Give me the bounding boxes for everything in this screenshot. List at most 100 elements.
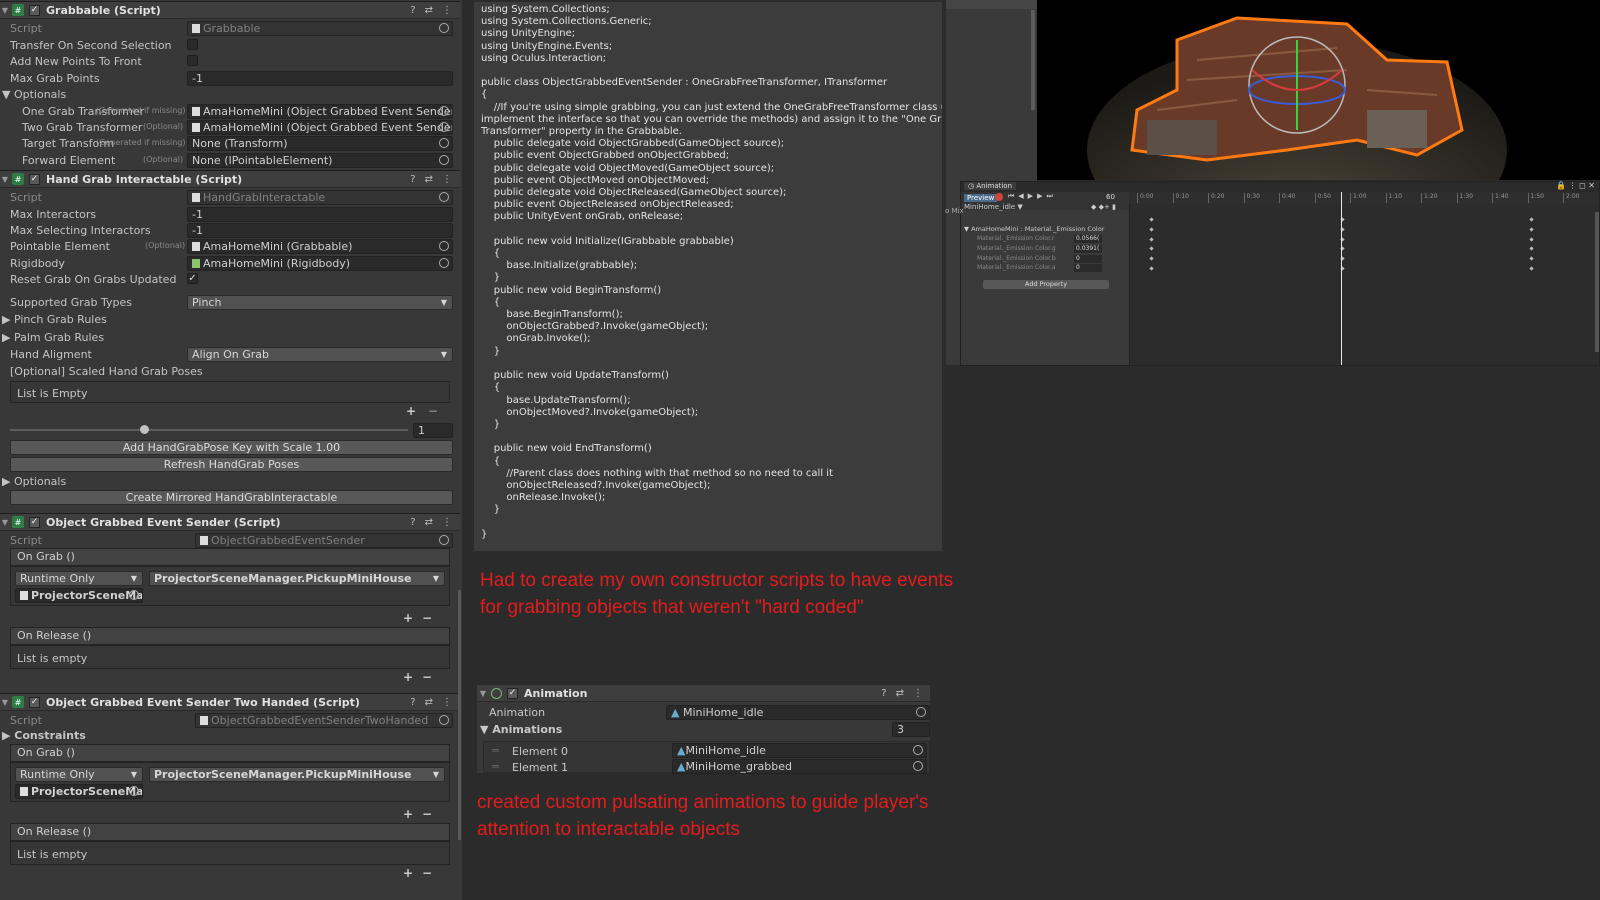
fold-arrow-icon[interactable]: ▼ [477, 689, 489, 698]
optionals-foldout[interactable]: ▶ Optionals [2, 475, 66, 488]
menu-icon[interactable]: ⋮ [442, 697, 452, 708]
keyframe-icon[interactable] [1529, 266, 1534, 271]
palm-rules-foldout[interactable]: ▶ Palm Grab Rules [2, 331, 104, 344]
two-grab-field[interactable]: AmaHomeMini (Object Grabbed Event Sender… [187, 120, 453, 135]
fold-arrow-icon[interactable]: ▼ [0, 6, 10, 15]
anim-scrollbar[interactable] [1595, 212, 1599, 352]
drag-handle-icon[interactable]: ═ [492, 744, 499, 757]
target-object-field[interactable]: ProjectorSceneManac [15, 588, 143, 603]
keyframe-icon[interactable] [1529, 236, 1534, 242]
animation-header[interactable]: ▼ ✓ Animation ? ⇄ ⋮ [477, 685, 930, 702]
fold-arrow-icon[interactable]: ▼ [0, 518, 10, 527]
record-icon[interactable] [995, 193, 1003, 201]
help-icon[interactable]: ? [410, 5, 415, 16]
enable-checkbox[interactable]: ✓ [507, 687, 518, 699]
preset-icon[interactable]: ⇄ [425, 5, 433, 16]
property-value[interactable]: 0 [1074, 264, 1102, 273]
add-property-button[interactable]: Add Property [983, 280, 1109, 289]
constraints-foldout[interactable]: ▶ Constraints [2, 729, 86, 742]
plus-icon[interactable]: + [403, 807, 413, 821]
method-dropdown[interactable]: ProjectorSceneManager.PickupMiniHouse ▼ [149, 571, 445, 586]
property-value[interactable]: 0 [1074, 254, 1102, 263]
preset-icon[interactable]: ⇄ [425, 517, 433, 528]
animation-field[interactable]: ▲ MiniHome_idle [666, 705, 930, 720]
scale-input[interactable]: 1 [413, 423, 453, 438]
scene-view[interactable] [1037, 0, 1600, 180]
property-value[interactable]: 0.0391( [1074, 244, 1102, 253]
enable-checkbox[interactable]: ✓ [29, 4, 40, 16]
menu-icon[interactable]: ⋮ [442, 517, 452, 528]
help-icon[interactable]: ? [410, 517, 415, 528]
optionals-foldout[interactable]: ▼ Optionals [2, 88, 66, 101]
plus-icon[interactable]: + [403, 670, 413, 684]
element-0-field[interactable]: ▲MiniHome_idle [672, 743, 927, 758]
minus-icon[interactable]: − [422, 866, 432, 880]
hand-align-dropdown[interactable]: Align On Grab ▼ [187, 347, 453, 362]
enable-checkbox[interactable]: ✓ [29, 696, 40, 708]
sender-two-header[interactable]: ▼ # ✓ Object Grabbed Event Sender Two Ha… [0, 693, 460, 711]
runtime-dropdown[interactable]: Runtime Only ▼ [15, 571, 143, 586]
preset-icon[interactable]: ⇄ [896, 688, 904, 699]
maxgrab-input[interactable]: -1 [187, 71, 453, 86]
plus-icon[interactable]: + [403, 866, 413, 880]
pinch-rules-foldout[interactable]: ▶ Pinch Grab Rules [2, 313, 107, 326]
add-pose-button[interactable]: Add HandGrabPose Key with Scale 1.00 [10, 440, 453, 455]
animation-tab[interactable]: ◷ Animation [964, 182, 1017, 190]
transfer-checkbox[interactable] [187, 39, 198, 50]
method-dropdown[interactable]: ProjectorSceneManager.PickupMiniHouse ▼ [149, 767, 445, 782]
pointable-element-field[interactable]: AmaHomeMini (Grabbable) [187, 239, 453, 254]
reset-grab-checkbox[interactable]: ✓ [187, 273, 198, 284]
keyframe-icon[interactable] [1529, 246, 1534, 252]
target-object-field[interactable]: ProjectorSceneManac [15, 784, 143, 799]
menu-icon[interactable]: ⋮ [913, 688, 923, 699]
key-tools-icon[interactable]: ◆ ◆+ ▮ [1091, 203, 1116, 211]
dopesheet[interactable] [1129, 192, 1599, 365]
keyframe-icon[interactable] [1149, 266, 1154, 271]
playback-controls-icon[interactable]: ⏮◀▶▶⏭ [1008, 192, 1057, 201]
create-mirrored-button[interactable]: Create Mirrored HandGrabInteractable [10, 490, 453, 505]
element-1-field[interactable]: ▲MiniHome_grabbed [672, 759, 927, 774]
max-interactors-input[interactable]: -1 [187, 207, 453, 222]
keyframe-icon[interactable] [1149, 236, 1154, 242]
minus-icon[interactable]: − [422, 611, 432, 625]
minus-icon[interactable]: − [428, 404, 438, 418]
minus-icon[interactable]: − [422, 807, 432, 821]
max-selecting-input[interactable]: -1 [187, 223, 453, 238]
sender-header[interactable]: ▼ # ✓ Object Grabbed Event Sender (Scrip… [0, 513, 460, 531]
grabbable-header[interactable]: ▼ # ✓ Grabbable (Script) ? ⇄ ⋮ [0, 1, 460, 19]
enable-checkbox[interactable]: ✓ [29, 516, 40, 528]
timeline-ruler[interactable]: 0:00 0:10 0:20 0:30 0:40 0:50 1:00 1:10 1:20 1:30… [1129, 192, 1599, 204]
hand-grab-header[interactable]: ▼ # ✓ Hand Grab Interactable (Script) ? ⇄… [0, 170, 460, 188]
enable-checkbox[interactable]: ✓ [29, 173, 40, 185]
keyframe-icon[interactable] [1149, 217, 1154, 222]
animations-foldout[interactable]: ▼ Animations [480, 723, 562, 736]
clip-dropdown[interactable]: MiniHome_idle ▼ [964, 203, 1023, 211]
keyframe-icon[interactable] [1529, 227, 1534, 232]
menu-icon[interactable]: ⋮ [442, 174, 452, 185]
menu-icon[interactable]: ⋮ [442, 5, 452, 16]
property-value[interactable]: 0.0566( [1074, 235, 1102, 243]
plus-icon[interactable]: + [403, 611, 413, 625]
help-icon[interactable]: ? [410, 697, 415, 708]
refresh-poses-button[interactable]: Refresh HandGrab Poses [10, 457, 453, 472]
one-grab-field[interactable]: AmaHomeMini (Object Grabbed Event Sender… [187, 104, 453, 119]
runtime-dropdown[interactable]: Runtime Only ▼ [15, 767, 143, 782]
keyframe-icon[interactable] [1529, 217, 1534, 222]
keyframe-icon[interactable] [1149, 227, 1154, 232]
property-row[interactable]: Material._Emission Color.b 0 [977, 254, 1127, 264]
scale-slider-handle[interactable] [140, 425, 149, 434]
rigidbody-field[interactable]: AmaHomeMini (Rigidbody) [187, 256, 453, 271]
drag-handle-icon[interactable]: ═ [492, 760, 499, 773]
forward-element-field[interactable]: None (IPointableElement) [187, 153, 453, 168]
keyframe-icon[interactable] [1529, 256, 1534, 261]
playhead[interactable] [1341, 192, 1342, 365]
keyframe-icon[interactable] [1149, 256, 1154, 261]
fold-arrow-icon[interactable]: ▼ [0, 175, 10, 184]
preset-icon[interactable]: ⇄ [425, 697, 433, 708]
scale-slider-track[interactable] [10, 429, 408, 431]
track-header[interactable]: ▼ AmaHomeMini : Material._Emission Color [964, 225, 1104, 233]
minus-icon[interactable]: − [422, 670, 432, 684]
plus-icon[interactable]: + [406, 404, 416, 418]
preview-button[interactable]: Preview [964, 194, 998, 202]
window-controls-icon[interactable]: 🔒 ⋮ ◻ ✕ [1556, 181, 1595, 190]
